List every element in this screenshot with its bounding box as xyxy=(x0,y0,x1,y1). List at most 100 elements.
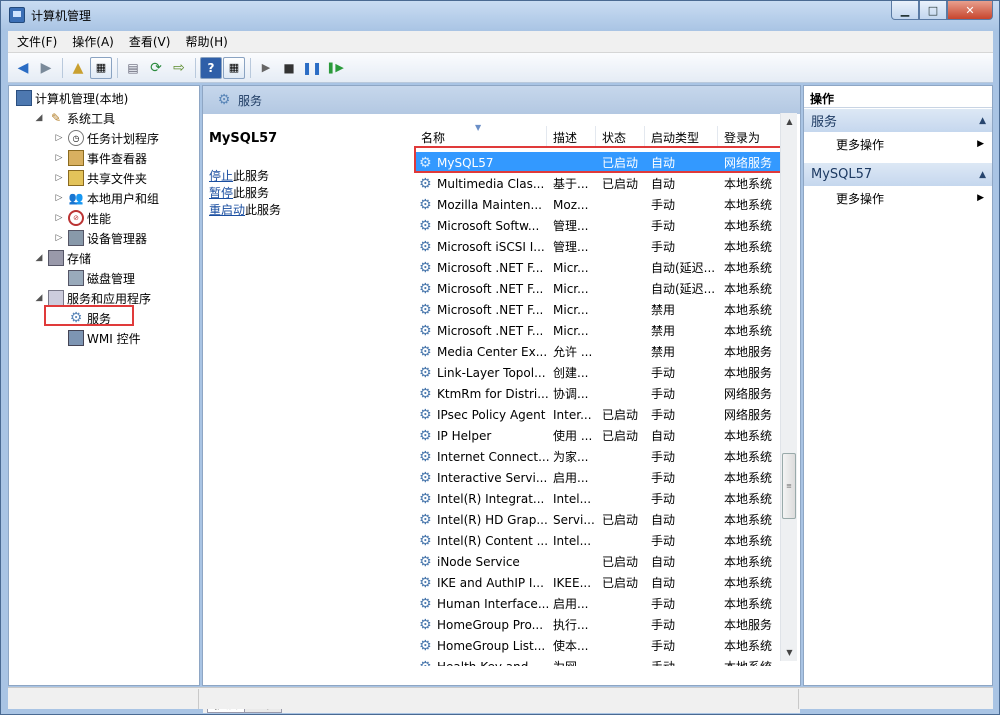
stop-service-link[interactable]: 停止 xyxy=(209,169,233,183)
service-name: Interactive Servi... xyxy=(437,470,548,485)
service-row[interactable]: ⚙ IP Helper 使用 ... 已启动 自动 本地系统 xyxy=(415,425,787,446)
service-row[interactable]: ⚙ Microsoft .NET F... Micr... 禁用 本地系统 xyxy=(415,299,787,320)
services-gear-icon: ⚙ xyxy=(217,92,231,108)
back-arrow-icon[interactable]: ◀ xyxy=(12,57,34,79)
service-name: Microsoft Softw... xyxy=(437,218,540,233)
column-headers: ▼ 名称 描述 状态 启动类型 登录为 xyxy=(415,123,787,148)
help-icon[interactable]: ? xyxy=(200,56,222,79)
collapse-up-icon[interactable]: ▲ xyxy=(979,116,986,126)
tree-item[interactable]: ▷ 共享文件夹 xyxy=(13,168,159,188)
restart-service-icon[interactable]: ❚▶ xyxy=(324,57,346,79)
pause-service-text: 此服务 xyxy=(233,186,270,200)
service-name: HomeGroup List... xyxy=(437,638,546,653)
actions-section-services[interactable]: 服务 ▲ xyxy=(804,109,992,132)
service-log-on-as: 本地系统 xyxy=(724,513,773,527)
scroll-thumb[interactable]: ≡ xyxy=(782,453,796,519)
service-startup-type: 禁用 xyxy=(651,345,676,359)
tree-item[interactable]: ▷ 事件查看器 xyxy=(13,148,159,168)
column-startup-type[interactable]: 启动类型 xyxy=(645,126,718,148)
expand-arrow-icon[interactable]: ▷ xyxy=(53,152,65,164)
more-actions-mysql57[interactable]: 更多操作 ▶ xyxy=(804,187,992,209)
service-gear-icon: ⚙ xyxy=(419,364,432,381)
service-row[interactable]: ⚙ Microsoft .NET F... Micr... 自动(延迟... 本地系统 xyxy=(415,278,787,299)
service-row[interactable]: ⚙ IKE and AuthIP I... IKEE... 已启动 自动 本地系统 xyxy=(415,572,787,593)
service-row[interactable]: ⚙ Human Interface... 启用... 手动 本地系统 xyxy=(415,593,787,614)
expanded-arrow-icon[interactable]: ◢ xyxy=(33,292,45,304)
menu-file[interactable]: 文件(F) xyxy=(8,33,63,50)
start-service-icon[interactable]: ▶ xyxy=(255,57,277,79)
service-row[interactable]: ⚙ Mozilla Mainten... Moz... 手动 本地系统 xyxy=(415,194,787,215)
column-name[interactable]: ▼ 名称 xyxy=(415,123,547,148)
expand-arrow-icon[interactable]: ▷ xyxy=(53,132,65,144)
tree-item[interactable]: WMI 控件 xyxy=(13,328,159,348)
service-row[interactable]: ⚙ Microsoft iSCSI I... 管理... 手动 本地系统 xyxy=(415,236,787,257)
expand-arrow-icon[interactable]: ▷ xyxy=(53,212,65,224)
maximize-button[interactable]: □ xyxy=(919,1,947,20)
tree-item[interactable]: ▷ ⊘ 性能 xyxy=(13,208,159,228)
service-name: IP Helper xyxy=(437,428,492,443)
up-folder-icon[interactable]: ▲ xyxy=(67,57,89,79)
service-gear-icon: ⚙ xyxy=(419,175,432,192)
service-row[interactable]: ⚙ Intel(R) Content ... Intel... 手动 本地系统 xyxy=(415,530,787,551)
expand-arrow-icon[interactable]: ▷ xyxy=(53,232,65,244)
service-row[interactable]: ⚙ Internet Connect... 为家... 手动 本地系统 xyxy=(415,446,787,467)
expanded-arrow-icon[interactable]: ◢ xyxy=(33,252,45,264)
tree-item[interactable]: ▷ 👥 本地用户和组 xyxy=(13,188,159,208)
collapse-up-icon[interactable]: ▲ xyxy=(979,170,986,180)
service-name-cell: ⚙ Internet Connect... xyxy=(415,449,549,465)
column-description[interactable]: 描述 xyxy=(547,126,596,148)
export-list-icon[interactable]: ⇨ xyxy=(168,57,190,79)
close-button[interactable]: ✕ xyxy=(947,1,993,20)
service-name: Internet Connect... xyxy=(437,449,549,464)
menu-view[interactable]: 查看(V) xyxy=(120,33,177,50)
tree-item[interactable]: ◢ ✎ 系统工具 xyxy=(13,108,159,128)
stop-service-icon[interactable]: ■ xyxy=(278,57,300,79)
service-name: Media Center Ex... xyxy=(437,344,548,359)
menu-help[interactable]: 帮助(H) xyxy=(176,33,233,50)
show-hide-action-pane-icon[interactable]: ▦ xyxy=(223,56,245,79)
tree-item[interactable]: ◢ 存储 xyxy=(13,248,159,268)
service-row[interactable]: ⚙ HomeGroup List... 使本... 手动 本地系统 xyxy=(415,635,787,656)
expand-arrow-icon[interactable]: ▷ xyxy=(53,172,65,184)
service-row[interactable]: ⚙ Microsoft .NET F... Micr... 自动(延迟... 本地系统 xyxy=(415,257,787,278)
restart-service-link[interactable]: 重启动 xyxy=(209,203,245,217)
service-row[interactable]: ⚙ Multimedia Clas... 基于... 已启动 自动 本地系统 xyxy=(415,173,787,194)
column-status[interactable]: 状态 xyxy=(596,126,645,148)
service-row[interactable]: ⚙ KtmRm for Distri... 协调... 手动 网络服务 xyxy=(415,383,787,404)
minimize-button[interactable]: ▁ xyxy=(891,1,919,20)
service-row[interactable]: ⚙Health Key and ...为网...手动本地系统 xyxy=(415,656,787,667)
service-gear-icon: ⚙ xyxy=(419,637,432,654)
properties-icon[interactable]: ▤ xyxy=(122,57,144,79)
service-row[interactable]: ⚙ HomeGroup Pro... 执行... 手动 本地服务 xyxy=(415,614,787,635)
title-bar[interactable]: 计算机管理 ▁ □ ✕ xyxy=(1,1,999,31)
forward-arrow-icon[interactable]: ▶ xyxy=(35,57,57,79)
scroll-up-arrow-icon[interactable]: ▲ xyxy=(781,113,798,130)
scroll-down-arrow-icon[interactable]: ▼ xyxy=(781,644,798,661)
service-row[interactable]: ⚙ IPsec Policy Agent Inter... 已启动 手动 网络服务 xyxy=(415,404,787,425)
expanded-arrow-icon[interactable]: ◢ xyxy=(33,112,45,124)
tree-item[interactable]: 磁盘管理 xyxy=(13,268,159,288)
service-row[interactable]: ⚙ Microsoft .NET F... Micr... 禁用 本地系统 xyxy=(415,320,787,341)
service-row[interactable]: ⚙ Intel(R) Integrat... Intel... 手动 本地系统 xyxy=(415,488,787,509)
service-startup-type: 手动 xyxy=(651,408,676,422)
service-row[interactable]: ⚙ Media Center Ex... 允许 ... 禁用 本地服务 xyxy=(415,341,787,362)
tree-item-label: 服务和应用程序 xyxy=(67,291,152,306)
service-row[interactable]: ⚙ iNode Service 已启动 自动 本地系统 xyxy=(415,551,787,572)
column-log-on-as[interactable]: 登录为 xyxy=(718,126,787,148)
services-scrollbar[interactable]: ▲ ≡ ▼ xyxy=(780,113,797,661)
service-row[interactable]: ⚙ Link-Layer Topol... 创建... 手动 本地服务 xyxy=(415,362,787,383)
actions-section-mysql57[interactable]: MySQL57 ▲ xyxy=(804,163,992,186)
refresh-icon[interactable]: ⟳ xyxy=(145,57,167,79)
expand-arrow-icon[interactable]: ▷ xyxy=(53,192,65,204)
service-row[interactable]: ⚙ Microsoft Softw... 管理... 手动 本地系统 xyxy=(415,215,787,236)
pause-service-link[interactable]: 暂停 xyxy=(209,186,233,200)
tree-item[interactable]: ▷ ◷ 任务计划程序 xyxy=(13,128,159,148)
service-row[interactable]: ⚙ Interactive Servi... 启用... 手动 本地系统 xyxy=(415,467,787,488)
service-row[interactable]: ⚙ Intel(R) HD Grap... Servi... 已启动 自动 本地系统 xyxy=(415,509,787,530)
more-actions-services[interactable]: 更多操作 ▶ xyxy=(804,133,992,155)
menu-action[interactable]: 操作(A) xyxy=(63,33,120,50)
tree-item[interactable]: ▷ 设备管理器 xyxy=(13,228,159,248)
pause-service-icon[interactable]: ❚❚ xyxy=(301,57,323,79)
tree-item[interactable]: 计算机管理(本地) xyxy=(13,88,159,108)
show-hide-tree-icon[interactable]: ▦ xyxy=(90,56,112,79)
